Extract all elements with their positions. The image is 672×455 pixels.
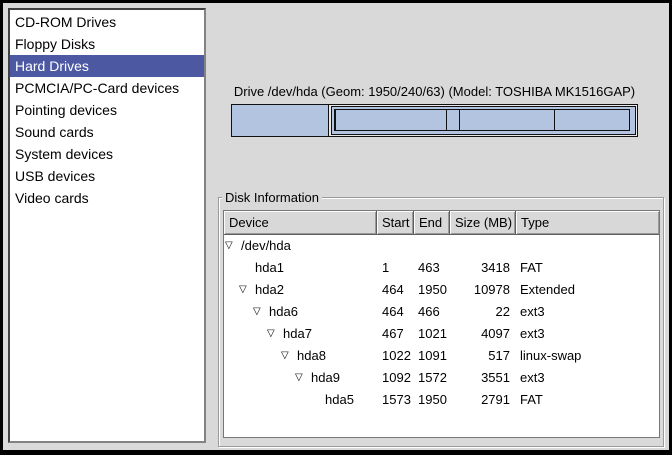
sidebar-item-sound-cards[interactable]: Sound cards — [10, 121, 204, 143]
col-header-device[interactable]: Device — [224, 211, 377, 234]
end-cell: 463 — [414, 257, 450, 279]
table-row-hda5[interactable]: hda5 1573 1950 2791 FAT — [224, 389, 659, 411]
col-header-size[interactable]: Size (MB) — [450, 211, 516, 234]
col-header-end[interactable]: End — [414, 211, 450, 234]
partition-hda8 — [446, 109, 460, 131]
type-cell: FAT — [516, 257, 659, 279]
start-cell: 1 — [377, 257, 414, 279]
type-cell: Extended — [516, 279, 659, 301]
sidebar-item-floppy-disks[interactable]: Floppy Disks — [10, 33, 204, 55]
table-row-hda8[interactable]: ▽ hda8 1022 1091 517 linux-swap — [224, 345, 659, 367]
device-name: hda5 — [325, 389, 354, 411]
device-name: /dev/hda — [241, 235, 291, 257]
sidebar-item-pcmcia-devices[interactable]: PCMCIA/PC-Card devices — [10, 77, 204, 99]
device-name: hda6 — [269, 301, 298, 323]
sidebar-item-video-cards[interactable]: Video cards — [10, 187, 204, 209]
start-cell — [377, 235, 414, 257]
sidebar-item-cdrom-drives[interactable]: CD-ROM Drives — [10, 11, 204, 33]
type-cell: linux-swap — [516, 345, 659, 367]
partition-hda9 — [459, 109, 556, 131]
size-cell: 22 — [450, 301, 516, 323]
hardware-browser-window: CD-ROM Drives Floppy Disks Hard Drives P… — [0, 0, 672, 455]
end-cell: 1021 — [414, 323, 450, 345]
start-cell: 1022 — [377, 345, 414, 367]
partition-bar — [231, 104, 638, 137]
start-cell: 1573 — [377, 389, 414, 411]
size-cell: 2791 — [450, 389, 516, 411]
size-cell: 517 — [450, 345, 516, 367]
sidebar-item-pointing-devices[interactable]: Pointing devices — [10, 99, 204, 121]
table-row-dev-hda[interactable]: ▽ /dev/hda — [224, 235, 659, 257]
size-cell: 4097 — [450, 323, 516, 345]
end-cell: 1572 — [414, 367, 450, 389]
table-header-row: Device Start End Size (MB) Type — [224, 211, 659, 235]
partition-hda2-extended — [331, 106, 636, 135]
size-cell: 3551 — [450, 367, 516, 389]
drive-detail-panel: Drive /dev/hda (Geom: 1950/240/63) (Mode… — [218, 3, 664, 450]
type-cell: ext3 — [516, 323, 659, 345]
expander-icon[interactable]: ▽ — [238, 279, 255, 301]
expander-icon[interactable]: ▽ — [224, 235, 241, 257]
device-name: hda1 — [255, 257, 284, 279]
disk-info-table: Device Start End Size (MB) Type ▽ /dev/h… — [223, 210, 660, 438]
table-row-hda2[interactable]: ▽ hda2 464 1950 10978 Extended — [224, 279, 659, 301]
table-row-hda1[interactable]: hda1 1 463 3418 FAT — [224, 257, 659, 279]
end-cell — [414, 235, 450, 257]
sidebar-item-system-devices[interactable]: System devices — [10, 143, 204, 165]
partition-hda1 — [232, 105, 329, 136]
size-cell — [450, 235, 516, 257]
device-name: hda9 — [311, 367, 340, 389]
partition-hda5 — [554, 109, 630, 131]
device-name: hda7 — [283, 323, 312, 345]
expander-icon[interactable]: ▽ — [280, 345, 297, 367]
start-cell: 464 — [377, 301, 414, 323]
size-cell: 10978 — [450, 279, 516, 301]
device-category-list: CD-ROM Drives Floppy Disks Hard Drives P… — [8, 8, 206, 443]
sidebar-item-usb-devices[interactable]: USB devices — [10, 165, 204, 187]
table-row-hda9[interactable]: ▽ hda9 1092 1572 3551 ext3 — [224, 367, 659, 389]
end-cell: 1950 — [414, 389, 450, 411]
disk-info-frame-label: Disk Information — [222, 189, 322, 206]
type-cell: FAT — [516, 389, 659, 411]
table-row-hda7[interactable]: ▽ hda7 467 1021 4097 ext3 — [224, 323, 659, 345]
type-cell: ext3 — [516, 301, 659, 323]
size-cell: 3418 — [450, 257, 516, 279]
end-cell: 466 — [414, 301, 450, 323]
expander-icon[interactable]: ▽ — [252, 301, 269, 323]
start-cell: 467 — [377, 323, 414, 345]
device-name: hda2 — [255, 279, 284, 301]
start-cell: 1092 — [377, 367, 414, 389]
drive-title: Drive /dev/hda (Geom: 1950/240/63) (Mode… — [231, 84, 638, 99]
expander-icon[interactable]: ▽ — [294, 367, 311, 389]
disk-info-frame: Disk Information Device Start End Size (… — [218, 197, 664, 447]
end-cell: 1091 — [414, 345, 450, 367]
col-header-start[interactable]: Start — [377, 211, 414, 234]
type-cell — [516, 235, 659, 257]
type-cell: ext3 — [516, 367, 659, 389]
device-name: hda8 — [297, 345, 326, 367]
table-row-hda6[interactable]: ▽ hda6 464 466 22 ext3 — [224, 301, 659, 323]
start-cell: 464 — [377, 279, 414, 301]
sidebar-item-hard-drives[interactable]: Hard Drives — [10, 55, 204, 77]
expander-icon[interactable]: ▽ — [266, 323, 283, 345]
col-header-type[interactable]: Type — [516, 211, 659, 234]
partition-hda7 — [335, 109, 446, 131]
end-cell: 1950 — [414, 279, 450, 301]
